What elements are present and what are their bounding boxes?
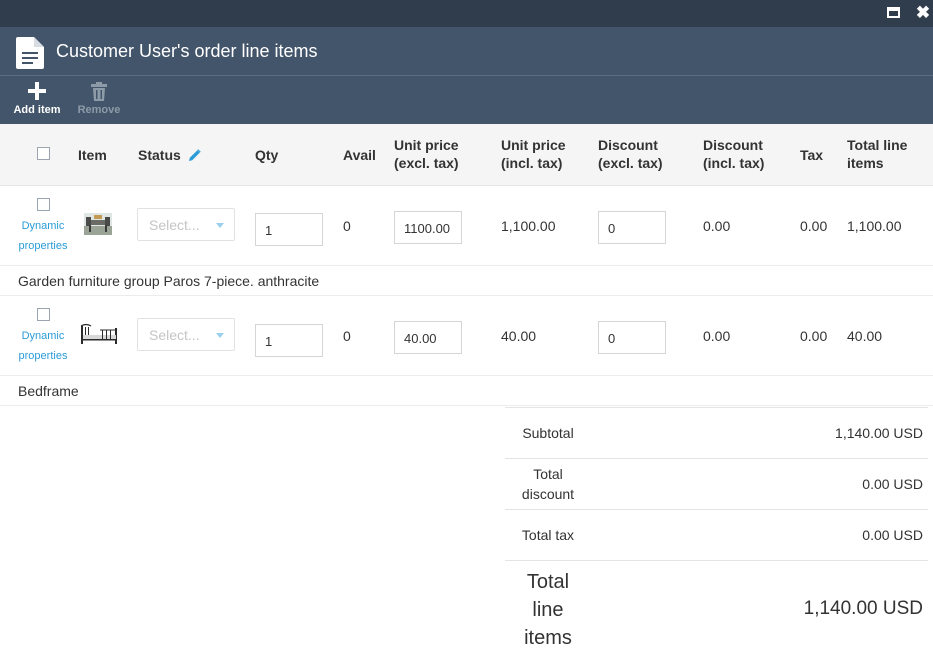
column-header-qty: Qty — [255, 147, 279, 163]
header-line: Unit price — [394, 137, 459, 153]
trash-icon — [74, 82, 124, 104]
avail-value: 0 — [343, 218, 351, 234]
link-line: Dynamic — [21, 220, 65, 232]
header-line: Total line — [847, 137, 908, 153]
grand-total-row: Total line items 1,140.00 USD — [505, 560, 928, 660]
avail-value: 0 — [343, 328, 351, 344]
window-topbar: ✖ — [0, 0, 933, 27]
header-line: Unit price — [501, 137, 566, 153]
header-line: (excl. tax) — [598, 155, 663, 171]
dynamic-properties-link[interactable]: Dynamic properties — [14, 216, 72, 256]
remove-label: Remove — [77, 104, 121, 116]
header-line: Discount — [598, 137, 658, 153]
row-checkbox[interactable] — [37, 198, 50, 211]
total-tax-row: Total tax 0.00 USD — [505, 509, 928, 560]
column-header-unit-price-excl: Unit price (excl. tax) — [394, 136, 459, 172]
discount-incl-value: 0.00 — [703, 328, 731, 344]
column-header-status-label: Status — [138, 147, 181, 163]
remove-button[interactable]: Remove — [74, 82, 124, 116]
tax-value: 0.00 — [800, 328, 828, 344]
column-header-discount-incl: Discount (incl. tax) — [703, 136, 764, 172]
subtotal-value: 1,140.00 USD — [835, 425, 923, 441]
document-icon — [16, 37, 44, 69]
toolbar: Add item Remove — [0, 76, 933, 124]
close-icon[interactable]: ✖ — [915, 4, 931, 21]
label-line: Total — [526, 571, 570, 593]
status-placeholder: Select... — [149, 327, 200, 343]
unit-price-excl-input[interactable]: 1100.00 — [394, 211, 462, 244]
column-header-avail: Avail — [343, 147, 376, 163]
header-line: (incl. tax) — [703, 155, 765, 171]
blade-header: Customer User's order line items — [0, 27, 933, 76]
unit-price-incl-value: 40.00 — [501, 328, 537, 344]
table-row: Dynamic properties Select... 1 0 40.00 4… — [0, 296, 933, 376]
header-line: (excl. tax) — [394, 155, 459, 171]
column-header-discount-excl: Discount (excl. tax) — [598, 136, 663, 172]
column-header-item: Item — [78, 147, 107, 163]
edit-pencil-icon[interactable] — [188, 149, 201, 161]
add-item-label: Add item — [13, 104, 61, 116]
item-name: Garden furniture group Paros 7-piece. an… — [18, 273, 320, 289]
header-line: (incl. tax) — [501, 155, 563, 171]
column-header-unit-price-incl: Unit price (incl. tax) — [501, 136, 566, 172]
column-header-total: Total line items — [847, 136, 907, 172]
chevron-down-icon — [216, 333, 224, 338]
total-value: 40.00 — [847, 328, 883, 344]
qty-input[interactable]: 1 — [255, 213, 323, 246]
label-line: items — [524, 627, 572, 649]
column-header-status: Status — [138, 146, 201, 164]
total-discount-label: Total discount — [505, 464, 591, 504]
total-tax-value: 0.00 USD — [862, 527, 923, 543]
header-line: Discount — [703, 137, 763, 153]
item-name: Bedframe — [18, 383, 79, 399]
item-name-row: Bedframe — [0, 376, 933, 406]
unit-price-incl-value: 1,100.00 — [501, 218, 556, 234]
discount-excl-input[interactable]: 0 — [598, 211, 666, 244]
subtotal-label: Subtotal — [522, 425, 574, 441]
row-checkbox[interactable] — [37, 308, 50, 321]
discount-incl-value: 0.00 — [703, 218, 731, 234]
table-header: Item Status Qty Avail Unit price (excl. … — [0, 124, 933, 186]
grand-total-label: Total line items — [505, 568, 591, 652]
page-title: Customer User's order line items — [56, 41, 318, 61]
link-line: properties — [18, 240, 68, 252]
total-discount-value: 0.00 USD — [862, 476, 923, 492]
status-placeholder: Select... — [149, 217, 200, 233]
product-thumbnail[interactable] — [84, 213, 112, 235]
add-item-button[interactable]: Add item — [12, 82, 62, 116]
chevron-down-icon — [216, 223, 224, 228]
subtotal-row: Subtotal 1,140.00 USD — [505, 407, 928, 458]
tax-value: 0.00 — [800, 218, 828, 234]
link-line: properties — [18, 350, 68, 362]
header-line: items — [847, 155, 884, 171]
dynamic-properties-link[interactable]: Dynamic properties — [14, 326, 72, 366]
status-select[interactable]: Select... — [137, 208, 235, 241]
label-line: discount — [521, 486, 575, 502]
item-name-row: Garden furniture group Paros 7-piece. an… — [0, 266, 933, 296]
total-tax-label: Total tax — [521, 527, 575, 543]
label-line: Total — [533, 466, 563, 482]
total-discount-row: Total discount 0.00 USD — [505, 458, 928, 509]
link-line: Dynamic — [21, 330, 65, 342]
qty-input[interactable]: 1 — [255, 324, 323, 357]
plus-icon — [12, 82, 62, 104]
total-value: 1,100.00 — [847, 218, 902, 234]
select-all-checkbox[interactable] — [37, 147, 50, 160]
maximize-icon[interactable] — [886, 5, 902, 21]
product-thumbnail[interactable] — [80, 322, 118, 346]
table-row: Dynamic properties Select... 1 0 1100.00… — [0, 186, 933, 266]
discount-excl-input[interactable]: 0 — [598, 321, 666, 354]
grand-total-value: 1,140.00 USD — [803, 598, 923, 619]
label-line: line — [532, 599, 564, 621]
column-header-tax: Tax — [800, 147, 824, 163]
status-select[interactable]: Select... — [137, 318, 235, 351]
unit-price-excl-input[interactable]: 40.00 — [394, 321, 462, 354]
